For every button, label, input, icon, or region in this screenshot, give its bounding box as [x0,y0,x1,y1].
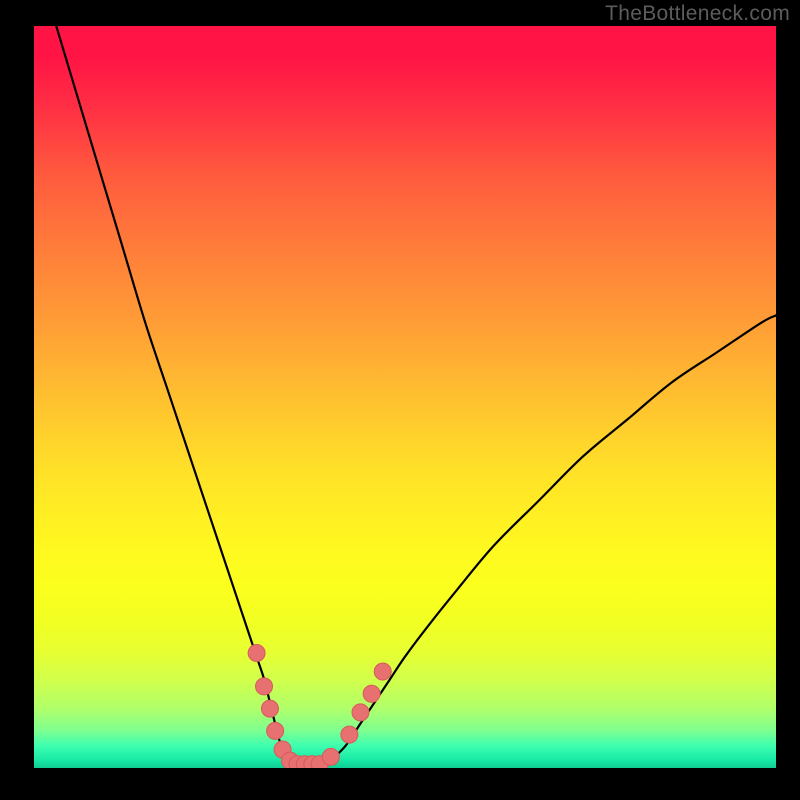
curve-marker [248,644,265,661]
curve-marker [341,726,358,743]
curve-marker [267,722,284,739]
bottleneck-curve [56,26,776,768]
chart-stage: TheBottleneck.com [0,0,800,800]
plot-area [34,26,776,768]
curve-marker [363,685,380,702]
watermark-text: TheBottleneck.com [605,2,790,26]
curve-marker [374,663,391,680]
curve-layer [34,26,776,768]
curve-marker [352,704,369,721]
curve-markers [248,644,391,768]
curve-marker [256,678,273,695]
curve-marker [261,700,278,717]
curve-marker [322,748,339,765]
